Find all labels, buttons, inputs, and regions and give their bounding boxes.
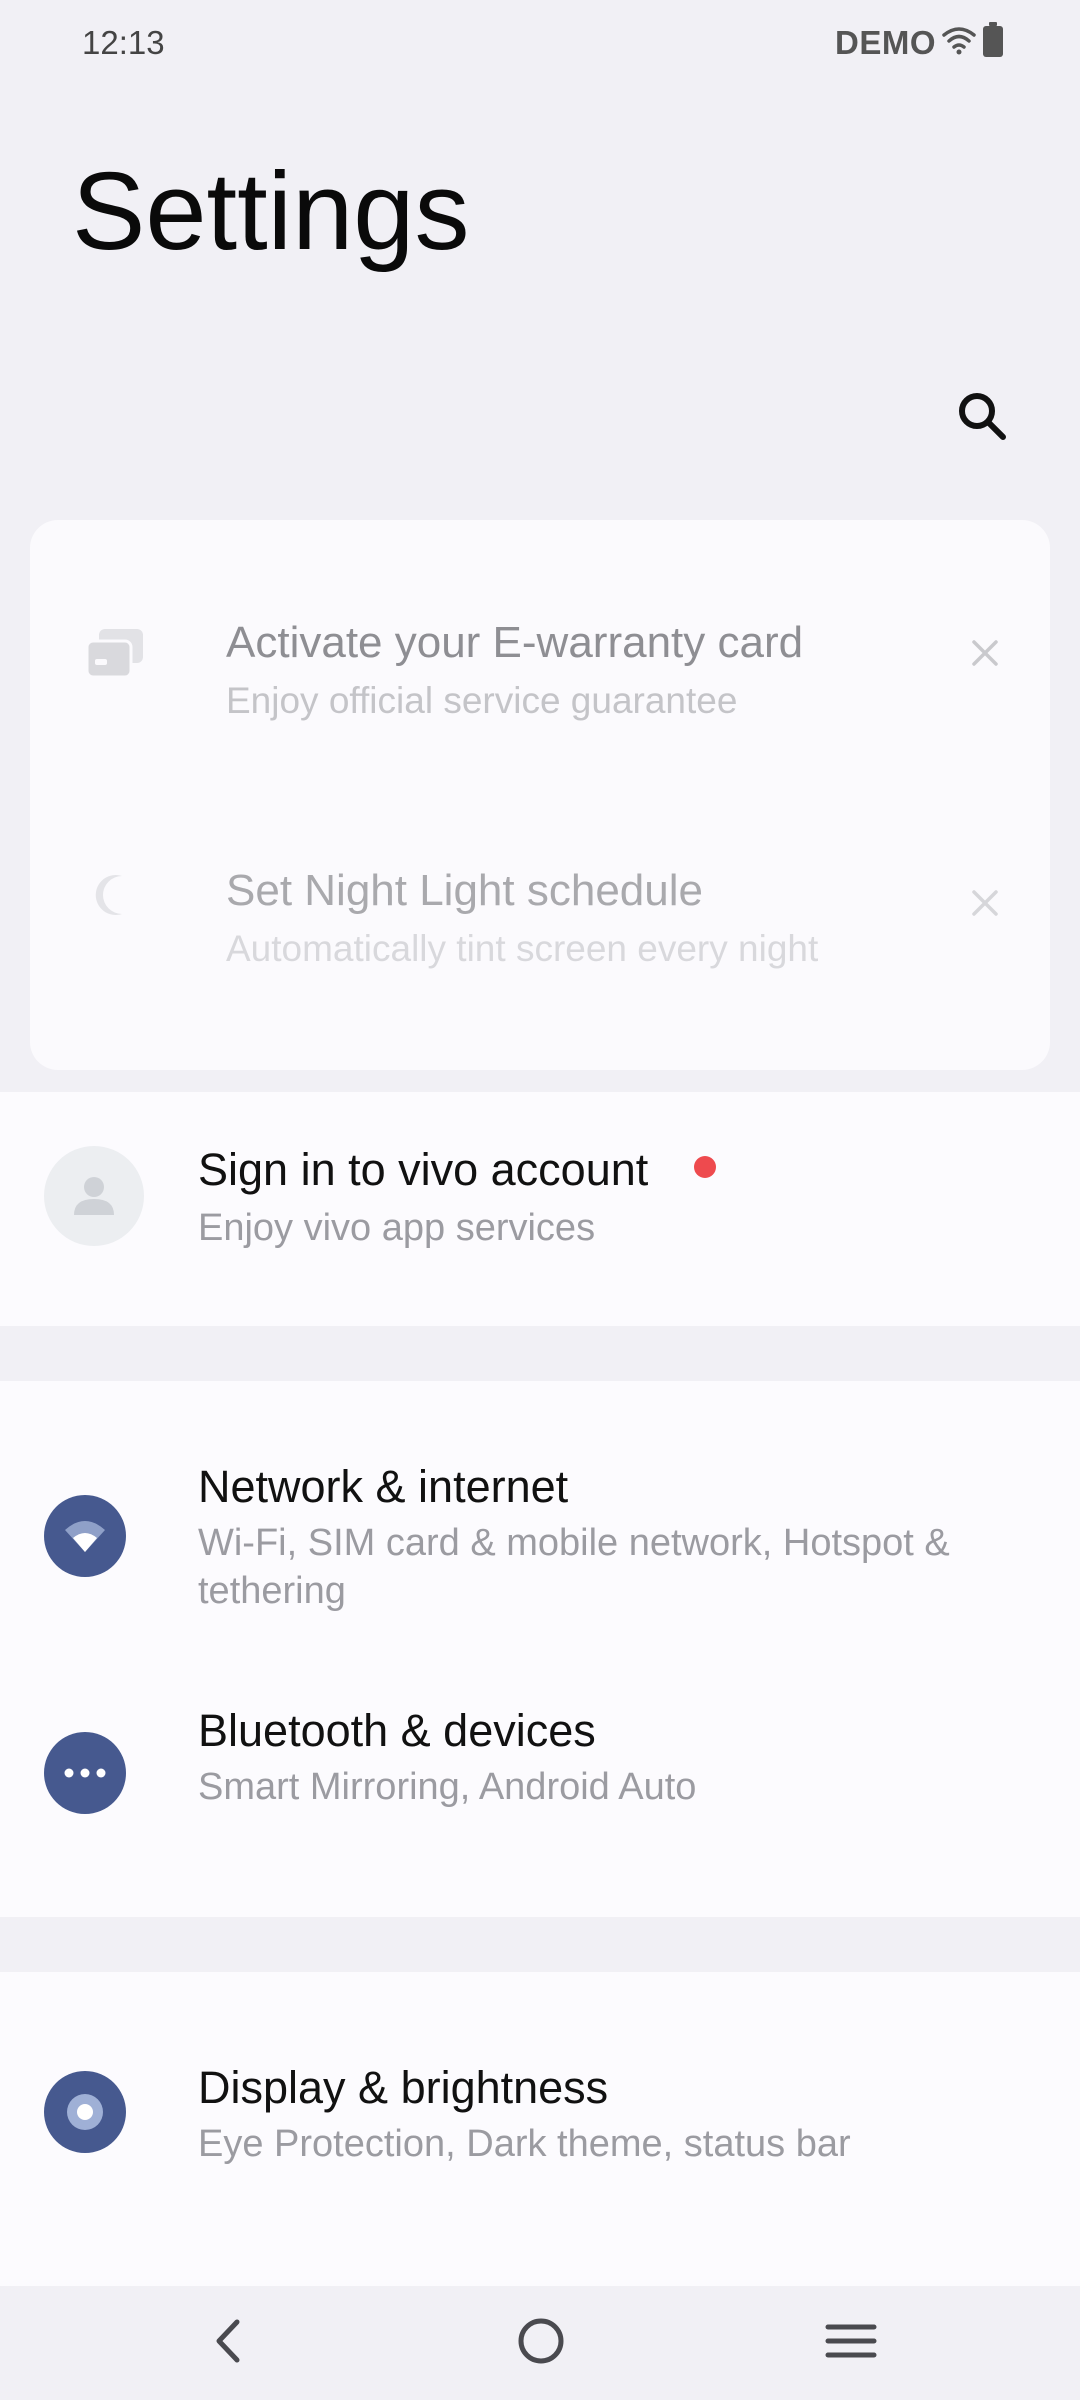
suggestion-e-warranty[interactable]: Activate your E-warranty card Enjoy offi… xyxy=(30,570,1050,770)
menu-icon xyxy=(825,2321,877,2366)
status-carrier: DEMO xyxy=(835,23,936,61)
settings-item-subtitle: Wi-Fi, SIM card & mobile network, Hotspo… xyxy=(198,1522,950,1612)
account-title: Sign in to vivo account xyxy=(198,1144,649,1195)
avatar xyxy=(44,1146,144,1246)
card-icon xyxy=(80,618,150,688)
page-title: Settings xyxy=(72,150,470,273)
connectivity-section: Network & internet Wi-Fi, SIM card & mob… xyxy=(0,1381,1080,1917)
account-section: Sign in to vivo account Enjoy vivo app s… xyxy=(0,1092,1080,1326)
settings-item-title: Network & internet xyxy=(198,1461,569,1512)
dismiss-button[interactable] xyxy=(960,630,1010,680)
settings-item-bluetooth[interactable]: Bluetooth & devices Smart Mirroring, And… xyxy=(0,1659,1080,1899)
settings-item-display[interactable]: Display & brightness Eye Protection, Dar… xyxy=(0,1972,1080,2286)
account-row[interactable]: Sign in to vivo account Enjoy vivo app s… xyxy=(0,1092,1080,1326)
display-section: Display & brightness Eye Protection, Dar… xyxy=(0,1972,1080,2286)
settings-item-title: Display & brightness xyxy=(198,2062,609,2113)
settings-item-network[interactable]: Network & internet Wi-Fi, SIM card & mob… xyxy=(0,1381,1080,1659)
dismiss-button[interactable] xyxy=(960,880,1010,930)
wifi-icon xyxy=(44,1495,126,1577)
suggestion-title: Set Night Light schedule xyxy=(226,866,703,915)
home-icon xyxy=(515,2315,567,2372)
more-dots-icon xyxy=(44,1732,126,1814)
status-bar: 12:13 DEMO xyxy=(0,0,1080,86)
battery-icon xyxy=(982,22,1004,63)
settings-item-subtitle: Eye Protection, Dark theme, status bar xyxy=(198,2123,851,2165)
account-subtitle: Enjoy vivo app services xyxy=(198,1207,596,1249)
suggestion-night-light[interactable]: Set Night Light schedule Automatically t… xyxy=(30,818,1050,1018)
home-button[interactable] xyxy=(496,2308,586,2378)
suggestion-subtitle: Enjoy official service guarantee xyxy=(226,680,738,721)
status-indicators: DEMO xyxy=(835,22,1004,63)
search-icon xyxy=(956,390,1008,447)
suggestion-title: Activate your E-warranty card xyxy=(226,618,804,667)
suggestion-subtitle: Automatically tint screen every night xyxy=(226,928,819,969)
suggestions-card: Activate your E-warranty card Enjoy offi… xyxy=(30,520,1050,1070)
close-icon xyxy=(970,888,1000,923)
back-icon xyxy=(209,2316,249,2371)
wifi-icon xyxy=(942,25,976,60)
back-button[interactable] xyxy=(184,2308,274,2378)
brightness-icon xyxy=(44,2071,126,2153)
menu-button[interactable] xyxy=(806,2308,896,2378)
close-icon xyxy=(970,638,1000,673)
settings-item-subtitle: Smart Mirroring, Android Auto xyxy=(198,1766,697,1808)
navigation-bar xyxy=(0,2286,1080,2400)
notification-dot xyxy=(694,1156,716,1178)
search-button[interactable] xyxy=(952,388,1012,448)
settings-item-title: Bluetooth & devices xyxy=(198,1705,596,1756)
status-time: 12:13 xyxy=(82,24,165,61)
moon-icon xyxy=(80,860,150,930)
